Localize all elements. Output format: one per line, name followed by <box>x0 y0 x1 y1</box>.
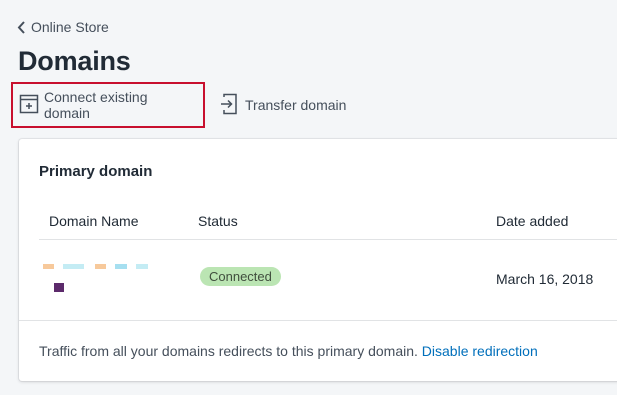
redacted-domain-name <box>43 264 153 294</box>
footer-divider <box>19 320 617 321</box>
page-actions: Connect existing domain Transfer domain <box>11 82 346 128</box>
chevron-left-icon <box>17 20 26 34</box>
breadcrumb-label: Online Store <box>31 19 109 35</box>
connect-existing-domain-button[interactable]: Connect existing domain <box>11 82 205 128</box>
primary-domain-card: Primary domain Domain Name Status Date a… <box>19 139 617 381</box>
connect-existing-domain-label: Connect existing domain <box>44 89 148 121</box>
page-title: Domains <box>18 46 131 76</box>
transfer-icon <box>220 93 240 118</box>
redirect-notice: Traffic from all your domains redirects … <box>39 343 538 359</box>
transfer-domain-label: Transfer domain <box>245 97 347 113</box>
column-header-domain-name: Domain Name <box>49 213 139 229</box>
row-divider <box>39 239 617 240</box>
redirect-notice-text: Traffic from all your domains redirects … <box>39 343 418 359</box>
disable-redirection-link[interactable]: Disable redirection <box>422 343 538 359</box>
transfer-domain-button[interactable]: Transfer domain <box>220 82 346 128</box>
column-header-date-added: Date added <box>496 213 569 229</box>
card-title: Primary domain <box>39 163 153 180</box>
browser-plus-icon <box>19 94 39 117</box>
date-added-cell: March 16, 2018 <box>496 271 594 287</box>
breadcrumb[interactable]: Online Store <box>17 19 109 35</box>
status-badge: Connected <box>200 267 281 286</box>
column-header-status: Status <box>198 213 238 229</box>
